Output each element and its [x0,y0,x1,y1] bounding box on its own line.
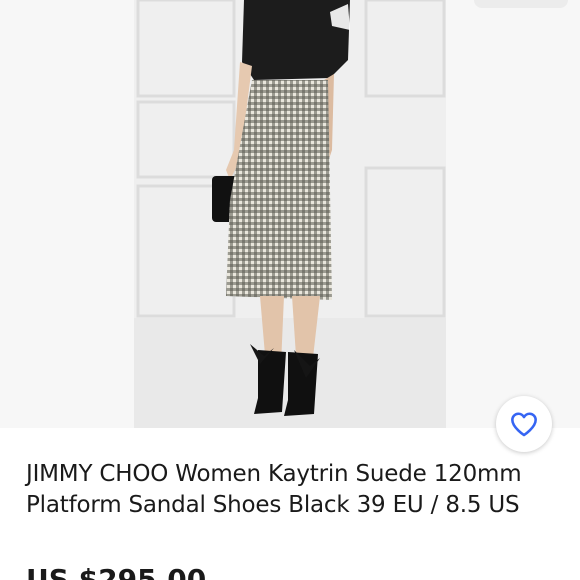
product-photo[interactable] [134,0,446,428]
listing-screen: JIMMY CHOO Women Kaytrin Suede 120mm Pla… [0,0,580,580]
image-backdrop-right [446,0,580,428]
heart-outline-icon [511,412,537,437]
image-backdrop-left [0,0,134,428]
favorite-button[interactable] [496,396,552,452]
product-price: US $295.00 [26,563,207,580]
image-pager-tab [474,0,568,8]
product-photo-illustration [134,0,446,428]
product-image-carousel[interactable] [0,0,580,428]
product-title: JIMMY CHOO Women Kaytrin Suede 120mm Pla… [26,461,522,518]
